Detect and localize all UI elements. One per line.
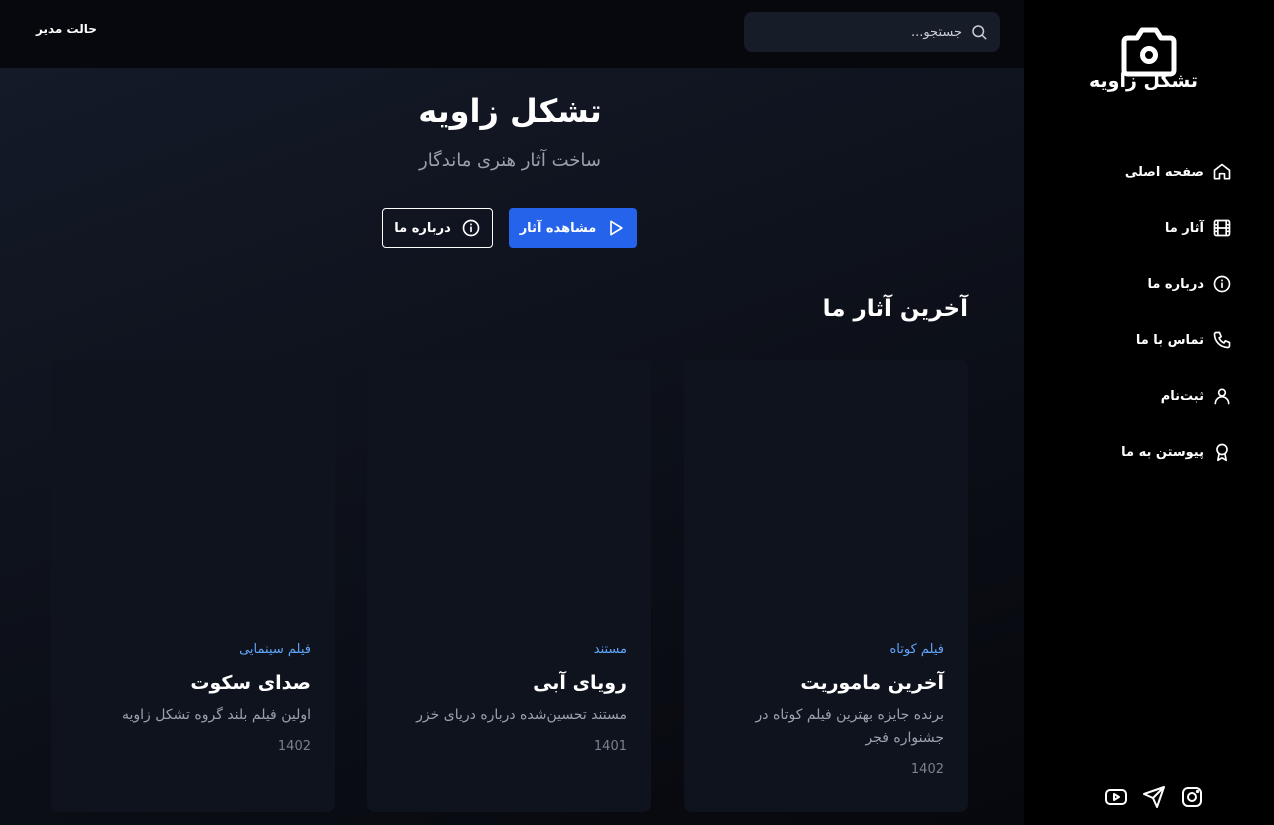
about-button-label: درباره ما	[394, 220, 451, 236]
card-year: 1401	[593, 739, 627, 754]
info-icon	[462, 219, 480, 237]
app-root: تشکل زاویه صفحه اصلی آثار ما درباره ما ت…	[0, 0, 1274, 825]
card-category: مستند	[593, 642, 627, 657]
card-title: رویای آبی	[533, 672, 627, 694]
latest-works-title: آخرین آثار ما	[822, 296, 968, 322]
home-icon	[1213, 163, 1231, 180]
film-icon	[1213, 219, 1231, 237]
work-card[interactable]: مستند رویای آبی مستند تحسین‌شده درباره د…	[367, 360, 651, 812]
card-year: 1402	[277, 739, 311, 754]
youtube-icon	[1105, 789, 1127, 805]
card-category: فیلم سینمایی	[239, 642, 311, 657]
sidebar-item-label: تماس با ما	[1135, 332, 1204, 348]
telegram-link[interactable]	[1142, 785, 1166, 809]
sidebar-item-join[interactable]: پیوستن به ما	[1121, 438, 1232, 466]
info-icon	[1213, 275, 1231, 293]
sidebar-item-home[interactable]: صفحه اصلی	[1121, 158, 1232, 186]
work-card[interactable]: فیلم سینمایی صدای سکوت اولین فیلم بلند گ…	[51, 360, 335, 812]
card-year: 1402	[910, 762, 944, 777]
search-box	[744, 12, 1000, 52]
sidebar-item-label: صفحه اصلی	[1124, 164, 1204, 180]
hero-buttons: درباره ما مشاهده آثار	[382, 208, 638, 248]
social-links	[1104, 785, 1204, 809]
card-body: مستند رویای آبی مستند تحسین‌شده درباره د…	[389, 642, 627, 754]
sidebar-item-label: پیوستن به ما	[1121, 444, 1204, 460]
main-content: حالت مدیر تشکل زاویه ساخت آثار هنری ماند…	[0, 0, 1024, 825]
card-description: اولین فیلم بلند گروه تشکل زاویه	[121, 707, 311, 723]
about-button[interactable]: درباره ما	[382, 208, 493, 248]
sidebar-item-label: ثبت‌نام	[1160, 388, 1204, 404]
instagram-icon	[1182, 787, 1202, 807]
sidebar-item-register[interactable]: ثبت‌نام	[1121, 382, 1232, 410]
instagram-link[interactable]	[1180, 785, 1204, 809]
brand-name: تشکل زاویه	[1088, 70, 1198, 92]
hero-subtitle: ساخت آثار هنری ماندگار	[419, 150, 601, 171]
sidebar-item-about[interactable]: درباره ما	[1121, 270, 1232, 298]
sidebar-item-works[interactable]: آثار ما	[1121, 214, 1232, 242]
card-body: فیلم سینمایی صدای سکوت اولین فیلم بلند گ…	[73, 642, 311, 754]
telegram-icon	[1143, 786, 1165, 808]
work-card[interactable]: فیلم کوتاه آخرین ماموریت برنده جایزه بهت…	[684, 360, 968, 812]
sidebar-item-contact[interactable]: تماس با ما	[1121, 326, 1232, 354]
award-icon	[1216, 443, 1228, 462]
view-works-button-label: مشاهده آثار	[519, 220, 597, 236]
card-title: صدای سکوت	[190, 672, 311, 694]
card-body: فیلم کوتاه آخرین ماموریت برنده جایزه بهت…	[706, 642, 944, 777]
play-icon	[610, 220, 623, 236]
youtube-link[interactable]	[1104, 785, 1128, 809]
view-works-button[interactable]: مشاهده آثار	[509, 208, 637, 248]
sidebar-item-label: آثار ما	[1164, 220, 1204, 236]
user-icon	[1214, 388, 1230, 405]
topbar: حالت مدیر	[0, 0, 1024, 68]
card-description: مستند تحسین‌شده درباره دریای خزر	[416, 707, 627, 723]
hero-title: تشکل زاویه	[418, 92, 602, 130]
search-input[interactable]	[762, 24, 962, 40]
sidebar: تشکل زاویه صفحه اصلی آثار ما درباره ما ت…	[1024, 0, 1274, 825]
card-description: برنده جایزه بهترین فیلم کوتاه در جشنواره…	[755, 707, 944, 746]
admin-mode-link[interactable]: حالت مدیر	[36, 22, 97, 36]
card-category: فیلم کوتاه	[889, 642, 944, 657]
sidebar-nav: صفحه اصلی آثار ما درباره ما تماس با ما ث…	[1121, 158, 1232, 494]
phone-icon	[1213, 331, 1231, 349]
card-title: آخرین ماموریت	[800, 672, 944, 694]
search-icon	[972, 25, 987, 40]
sidebar-item-label: درباره ما	[1147, 276, 1204, 292]
